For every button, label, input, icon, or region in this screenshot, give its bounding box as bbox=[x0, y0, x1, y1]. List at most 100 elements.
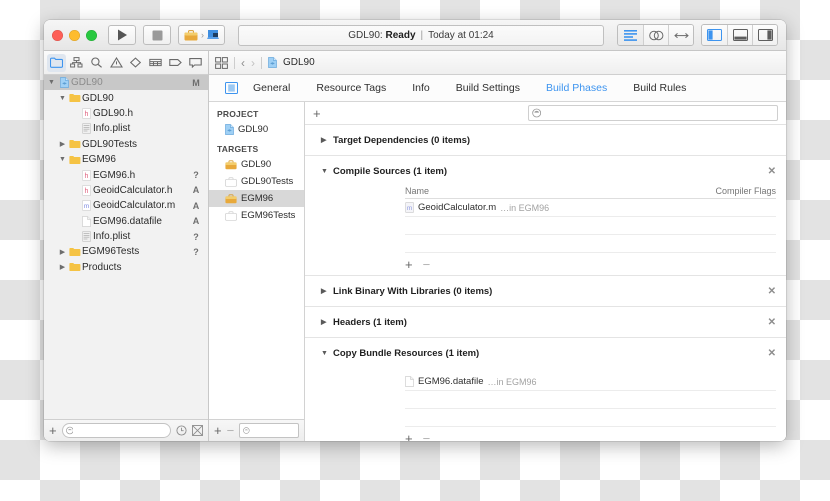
add-file-to-phase-button[interactable]: + bbox=[405, 258, 413, 271]
twisty-closed-icon[interactable]: ▶ bbox=[57, 263, 68, 271]
tree-row-file-info-plist[interactable]: Info.plist bbox=[44, 121, 208, 136]
project-navigator-tree[interactable]: ▼ GDL90 M ▼ GDL90 bbox=[44, 75, 208, 419]
scheme-selector[interactable]: › bbox=[178, 25, 225, 45]
phase-item-row[interactable]: EGM96.datafile …in EGM96 bbox=[405, 373, 776, 391]
symbol-navigator-icon[interactable] bbox=[67, 54, 86, 72]
jump-bar[interactable]: ‹ › GDL90 bbox=[209, 51, 786, 75]
tree-row-file-geoidcalculator-m[interactable]: m GeoidCalculator.m A bbox=[44, 198, 208, 213]
navigator-filter-field[interactable] bbox=[62, 423, 171, 438]
stop-button[interactable] bbox=[143, 25, 171, 45]
toggle-project-list-button[interactable] bbox=[209, 82, 253, 94]
remove-file-from-phase-button[interactable]: − bbox=[423, 432, 431, 442]
zoom-window-button[interactable] bbox=[86, 30, 97, 41]
tab-build-phases[interactable]: Build Phases bbox=[546, 82, 607, 94]
build-phases-search-input[interactable] bbox=[544, 107, 774, 119]
project-navigator-icon[interactable] bbox=[47, 54, 66, 72]
twisty-closed-icon[interactable]: ▶ bbox=[57, 140, 68, 148]
target-row-gdl90[interactable]: GDL90 bbox=[209, 156, 304, 173]
tree-row-badge: A bbox=[190, 185, 202, 195]
twisty-open-icon[interactable]: ▼ bbox=[57, 156, 68, 163]
build-phases-search-field[interactable] bbox=[528, 105, 778, 121]
back-button[interactable]: ‹ bbox=[241, 56, 245, 70]
toggle-utilities-button[interactable] bbox=[752, 25, 777, 45]
twisty-open-icon[interactable]: ▼ bbox=[321, 168, 333, 175]
issue-navigator-icon[interactable] bbox=[107, 54, 126, 72]
phase-compile-sources: ▼ Compile Sources (1 item) ✕ Name Compil… bbox=[305, 156, 786, 276]
target-row-egm96[interactable]: EGM96 bbox=[209, 190, 304, 207]
target-row-gdl90tests[interactable]: GDL90Tests bbox=[209, 173, 304, 190]
tab-general[interactable]: General bbox=[253, 82, 290, 94]
find-navigator-icon[interactable] bbox=[87, 54, 106, 72]
tab-info[interactable]: Info bbox=[412, 82, 430, 94]
forward-button[interactable]: › bbox=[251, 56, 255, 70]
breakpoint-navigator-icon[interactable] bbox=[166, 54, 185, 72]
minimize-window-button[interactable] bbox=[69, 30, 80, 41]
tab-build-settings[interactable]: Build Settings bbox=[456, 82, 520, 94]
tab-build-rules[interactable]: Build Rules bbox=[633, 82, 686, 94]
project-targets-list[interactable]: PROJECT GDL90 TARGETS GDL90 GDL90Tes bbox=[209, 102, 304, 419]
target-row-label: EGM96 bbox=[241, 193, 273, 204]
run-button[interactable] bbox=[108, 25, 136, 45]
clock-icon[interactable] bbox=[176, 425, 187, 436]
tree-row-group-products[interactable]: ▶ Products bbox=[44, 260, 208, 275]
xcodeproj-icon bbox=[268, 57, 277, 68]
twisty-open-icon[interactable]: ▼ bbox=[57, 95, 68, 102]
phase-header[interactable]: ▶ Target Dependencies (0 items) bbox=[305, 125, 786, 155]
tree-row-project[interactable]: ▼ GDL90 M bbox=[44, 75, 208, 90]
tree-row-group-gdl90tests[interactable]: ▶ GDL90Tests bbox=[44, 137, 208, 152]
project-row-gdl90[interactable]: GDL90 bbox=[209, 121, 304, 138]
breadcrumb-project[interactable]: GDL90 bbox=[283, 57, 315, 68]
targets-filter-input[interactable] bbox=[253, 425, 295, 437]
remove-phase-button[interactable]: ✕ bbox=[768, 348, 776, 359]
tree-row-file-egm96-datafile[interactable]: EGM96.datafile A bbox=[44, 214, 208, 229]
twisty-open-icon[interactable]: ▼ bbox=[46, 79, 57, 86]
phase-header[interactable]: ▼ Copy Bundle Resources (1 item) ✕ bbox=[305, 338, 786, 368]
twisty-closed-icon[interactable]: ▶ bbox=[321, 287, 333, 295]
editor-assistant-button[interactable] bbox=[643, 25, 668, 45]
target-row-egm96tests[interactable]: EGM96Tests bbox=[209, 207, 304, 224]
editor-mode-segmented-control[interactable] bbox=[617, 24, 694, 46]
phase-header[interactable]: ▶ Headers (1 item) ✕ bbox=[305, 307, 786, 337]
toggle-debug-area-button[interactable] bbox=[727, 25, 752, 45]
pane-toggle-segmented-control[interactable] bbox=[701, 24, 778, 46]
phase-header[interactable]: ▼ Compile Sources (1 item) ✕ bbox=[305, 156, 786, 186]
targets-filter-field[interactable] bbox=[239, 423, 299, 438]
editor-version-button[interactable] bbox=[668, 25, 693, 45]
tree-row-file-geoidcalculator-h[interactable]: h GeoidCalculator.h A bbox=[44, 183, 208, 198]
editor-tabs[interactable]: General Resource Tags Info Build Setting… bbox=[253, 82, 786, 94]
add-file-to-phase-button[interactable]: + bbox=[405, 432, 413, 442]
tab-resource-tags[interactable]: Resource Tags bbox=[316, 82, 386, 94]
twisty-open-icon[interactable]: ▼ bbox=[321, 350, 333, 357]
toggle-navigator-button[interactable] bbox=[702, 25, 727, 45]
remove-phase-button[interactable]: ✕ bbox=[768, 286, 776, 297]
add-build-phase-button[interactable]: + bbox=[313, 107, 321, 120]
twisty-closed-icon[interactable]: ▶ bbox=[57, 248, 68, 256]
source-control-icon[interactable] bbox=[192, 425, 203, 436]
remove-target-button[interactable]: − bbox=[227, 424, 235, 437]
phase-item-row[interactable]: m GeoidCalculator.m …in EGM96 bbox=[405, 199, 776, 217]
twisty-closed-icon[interactable]: ▶ bbox=[321, 136, 333, 144]
add-target-button[interactable]: + bbox=[214, 424, 222, 437]
report-navigator-icon[interactable] bbox=[186, 54, 205, 72]
tree-row-group-egm96[interactable]: ▼ EGM96 bbox=[44, 152, 208, 167]
tree-row-file-gdl90-h[interactable]: h GDL90.h bbox=[44, 106, 208, 121]
remove-phase-button[interactable]: ✕ bbox=[768, 166, 776, 177]
debug-navigator-icon[interactable] bbox=[146, 54, 165, 72]
close-window-button[interactable] bbox=[52, 30, 63, 41]
twisty-closed-icon[interactable]: ▶ bbox=[321, 318, 333, 326]
remove-file-from-phase-button[interactable]: − bbox=[423, 258, 431, 271]
tree-row-group-egm96tests[interactable]: ▶ EGM96Tests ? bbox=[44, 244, 208, 259]
phase-header[interactable]: ▶ Link Binary With Libraries (0 items) ✕ bbox=[305, 276, 786, 306]
project-editor-tabbar[interactable]: General Resource Tags Info Build Setting… bbox=[209, 75, 786, 102]
column-header-name: Name bbox=[405, 186, 715, 196]
tree-row-group-gdl90[interactable]: ▼ GDL90 bbox=[44, 90, 208, 105]
navigator-selector-bar[interactable] bbox=[44, 51, 208, 75]
tree-row-file-egm96-h[interactable]: h EGM96.h ? bbox=[44, 167, 208, 182]
test-navigator-icon[interactable] bbox=[127, 54, 146, 72]
tree-row-file-info-plist-egm96[interactable]: Info.plist ? bbox=[44, 229, 208, 244]
remove-phase-button[interactable]: ✕ bbox=[768, 317, 776, 328]
related-items-icon[interactable] bbox=[215, 57, 228, 69]
editor-standard-button[interactable] bbox=[618, 25, 643, 45]
navigator-filter-input[interactable] bbox=[76, 425, 167, 437]
add-file-button[interactable]: + bbox=[49, 424, 57, 437]
